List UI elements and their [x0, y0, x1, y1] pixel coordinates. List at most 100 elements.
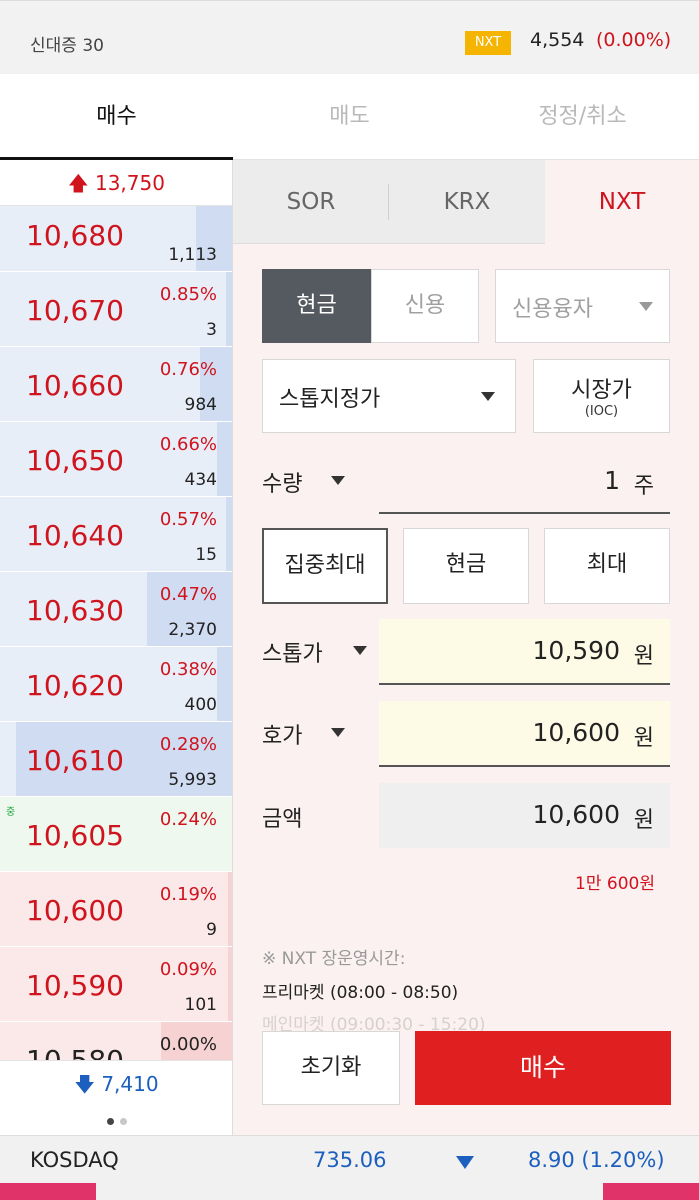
orderbook-row[interactable]: 중 10,605 0.24%	[0, 797, 232, 872]
orderbook-volume: 434	[184, 470, 217, 490]
orderbook-volume: 5,993	[168, 770, 217, 790]
order-type-select[interactable]: 스톱지정가	[262, 359, 516, 433]
won-unit: 원	[633, 644, 654, 669]
orderbook-price: 10,660	[26, 369, 124, 402]
stop-price-dropdown-icon[interactable]	[353, 646, 367, 655]
cash-qty-button[interactable]: 현금	[403, 528, 529, 604]
chevron-down-icon	[481, 392, 495, 401]
nxt-hours-title: ※ NXT 장운영시간:	[262, 949, 406, 969]
orderbook-price: 10,680	[26, 219, 124, 252]
amount-korean: 1만 600원	[575, 874, 655, 894]
orderbook-row[interactable]: 10,640 0.57% 15	[0, 497, 232, 572]
lower-limit[interactable]: 🡇 7,410	[0, 1060, 232, 1106]
orderbook-row[interactable]: 10,630 0.47% 2,370	[0, 572, 232, 647]
orderbook-percent: 0.66%	[159, 434, 217, 455]
orderbook-percent: 0.19%	[159, 884, 217, 905]
market-badge: NXT	[465, 31, 511, 55]
won-unit: 원	[633, 808, 654, 833]
orderbook-row[interactable]: 10,590 0.09% 101	[0, 947, 232, 1022]
stock-header: 신대증 30 NXT 4,554 (0.00%)	[0, 0, 699, 74]
orderbook-price: 10,640	[26, 519, 124, 552]
orderbook-row[interactable]: 10,660 0.76% 984	[0, 347, 232, 422]
index-value: 735.06	[313, 1148, 387, 1172]
tab-buy[interactable]: 매수	[0, 74, 233, 161]
buy-button[interactable]: 매수	[415, 1031, 671, 1105]
index-change: 8.90 (1.20%)	[528, 1148, 665, 1172]
tab-krx[interactable]: KRX	[389, 160, 545, 244]
current-price: 4,554	[530, 29, 585, 51]
credit-toggle[interactable]: 신용	[371, 269, 479, 343]
qty-input[interactable]: 1 주	[379, 446, 670, 514]
volume-bar	[217, 647, 232, 721]
orderbook-row[interactable]: 10,680 1,113	[0, 197, 232, 272]
orderbook-price: 10,650	[26, 444, 124, 477]
orderbook-row[interactable]: 10,650 0.66% 434	[0, 422, 232, 497]
price-change: (0.00%)	[596, 29, 672, 51]
won-unit: 원	[633, 726, 654, 751]
qty-unit: 주	[633, 474, 654, 499]
orderbook-price: 10,600	[26, 894, 124, 927]
page-dot-2[interactable]	[119, 1118, 127, 1125]
hoga-value: 10,600	[532, 718, 620, 747]
index-ticker[interactable]: KOSDAQ 735.06 8.90 (1.20%)	[0, 1135, 699, 1200]
amount-display: 10,600 원	[379, 783, 670, 848]
order-form-panel: SOR KRX NXT 현금 신용 신용융자 스톱지정가 시장가 (IOC) 수…	[233, 160, 699, 1135]
stop-price-input[interactable]: 10,590 원	[379, 619, 670, 685]
orderbook-percent: 0.24%	[159, 809, 217, 830]
market-price-button[interactable]: 시장가 (IOC)	[533, 359, 670, 433]
tab-nxt[interactable]: NXT	[545, 160, 699, 244]
orderbook-row[interactable]: 10,600 0.19% 9	[0, 872, 232, 947]
orderbook-volume: 400	[184, 695, 217, 715]
max-qty-button[interactable]: 최대	[544, 528, 670, 604]
orderbook-volume: 101	[184, 995, 217, 1015]
chevron-down-icon	[639, 302, 653, 311]
qty-value: 1	[604, 466, 620, 495]
bottom-accent-right	[603, 1183, 699, 1200]
orderbook-price: 10,670	[26, 294, 124, 327]
orderbook-row[interactable]: 10,610 0.28% 5,993	[0, 722, 232, 797]
orderbook-percent: 0.38%	[159, 659, 217, 680]
stock-name[interactable]: 신대증 30	[30, 31, 104, 56]
hoga-label: 호가	[262, 724, 303, 749]
tab-sor[interactable]: SOR	[233, 160, 389, 244]
down-arrow-icon: 🡇	[74, 1072, 95, 1096]
cash-toggle[interactable]: 현금	[262, 269, 371, 343]
orderbook-row[interactable]: 10,620 0.38% 400	[0, 647, 232, 722]
tab-sell[interactable]: 매도	[233, 74, 466, 160]
orderbook: 10,680 1,113 10,670 0.85% 3 10,660 0.76% 984 10,…	[0, 160, 233, 1135]
orderbook-price: 10,590	[26, 969, 124, 1002]
market-price-label: 시장가	[571, 378, 632, 403]
page-dot-1[interactable]	[106, 1118, 114, 1125]
orderbook-price: 10,620	[26, 669, 124, 702]
orderbook-volume: 984	[184, 395, 217, 415]
credit-type-value: 신용융자	[512, 297, 593, 322]
market-price-sub: (IOC)	[584, 404, 619, 419]
orderbook-row[interactable]: 10,670 0.85% 3	[0, 272, 232, 347]
orderbook-volume: 1,113	[168, 245, 217, 265]
down-triangle-icon	[456, 1156, 474, 1169]
orderbook-percent: 0.85%	[159, 284, 217, 305]
lower-limit-price: 7,410	[101, 1072, 159, 1096]
bottom-accent-left	[0, 1183, 96, 1200]
index-name: KOSDAQ	[30, 1148, 119, 1172]
orderbook-percent: 0.57%	[159, 509, 217, 530]
qty-dropdown-icon[interactable]	[331, 476, 345, 485]
focus-max-button[interactable]: 집중최대	[262, 528, 388, 604]
qty-label: 수량	[262, 472, 303, 497]
orderbook-volume: 9	[206, 920, 217, 940]
credit-type-select[interactable]: 신용융자	[495, 269, 670, 343]
market-tabs: SOR KRX NXT	[233, 160, 699, 244]
orderbook-percent: 0.09%	[159, 959, 217, 980]
volume-bar	[217, 422, 232, 496]
orderbook-percent: 0.76%	[159, 359, 217, 380]
reset-button[interactable]: 초기화	[262, 1031, 400, 1105]
orderbook-volume: 3	[206, 320, 217, 340]
upper-limit[interactable]: 🡅 13,750	[0, 160, 232, 206]
amount-value: 10,600	[532, 800, 620, 829]
orderbook-price: 10,610	[26, 744, 124, 777]
orderbook-price: 10,630	[26, 594, 124, 627]
hoga-dropdown-icon[interactable]	[331, 728, 345, 737]
hoga-input[interactable]: 10,600 원	[379, 701, 670, 767]
tab-modify-cancel[interactable]: 정정/취소	[466, 74, 699, 160]
stop-price-value: 10,590	[532, 636, 620, 665]
